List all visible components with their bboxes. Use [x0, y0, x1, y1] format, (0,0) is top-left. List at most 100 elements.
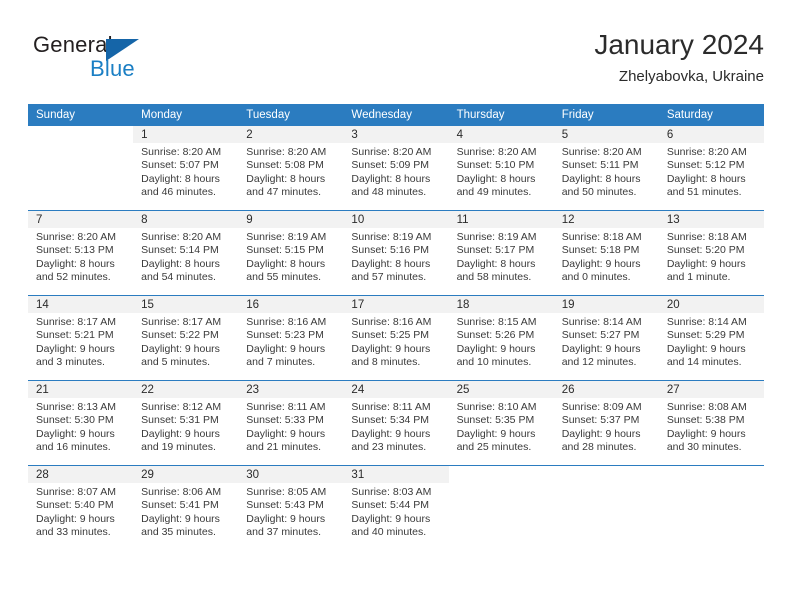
- daylight-duration-line2: and 35 minutes.: [141, 526, 216, 539]
- day-number: 22: [133, 381, 239, 398]
- calendar-cell[interactable]: 4 Sunrise: 8:20 AM Sunset: 5:10 PM Daylight…: [448, 126, 554, 211]
- day-cell: 19 Sunrise: 8:14 AM Sunset: 5:27 PM Dayligh…: [553, 296, 659, 380]
- calendar-cell[interactable]: 19 Sunrise: 8:14 AM Sunset: 5:27 PM Dayligh…: [553, 295, 659, 381]
- calendar-cell[interactable]: 16 Sunrise: 8:16 AM Sunset: 5:23 PM Dayligh…: [238, 295, 344, 381]
- day-details: Sunrise: 8:19 AM Sunset: 5:16 PM Daylight:…: [343, 228, 448, 285]
- calendar-cell[interactable]: 5 Sunrise: 8:20 AM Sunset: 5:11 PM Daylight…: [553, 126, 659, 211]
- day-details: Sunrise: 8:10 AM Sunset: 5:35 PM Daylight:…: [449, 398, 554, 455]
- day-number: 30: [238, 466, 344, 483]
- day-details: Sunrise: 8:19 AM Sunset: 5:15 PM Daylight:…: [238, 228, 343, 285]
- sunrise-time: Sunrise: 8:20 AM: [561, 146, 642, 158]
- page-title: January 2024: [594, 29, 764, 60]
- calendar-cell[interactable]: 22 Sunrise: 8:12 AM Sunset: 5:31 PM Dayligh…: [133, 380, 239, 466]
- day-number: 6: [658, 126, 764, 143]
- sunset-time: Sunset: 5:31 PM: [141, 414, 219, 427]
- day-cell: 29 Sunrise: 8:06 AM Sunset: 5:41 PM Dayligh…: [133, 466, 239, 550]
- calendar-cell[interactable]: 14 Sunrise: 8:17 AM Sunset: 5:21 PM Dayligh…: [28, 295, 134, 381]
- calendar-cell[interactable]: 30 Sunrise: 8:05 AM Sunset: 5:43 PM Dayligh…: [238, 465, 344, 550]
- sunrise-time: Sunrise: 8:07 AM: [36, 486, 116, 498]
- sunrise-time: Sunrise: 8:17 AM: [141, 316, 222, 328]
- calendar-cell[interactable]: 10 Sunrise: 8:19 AM Sunset: 5:16 PM Dayligh…: [343, 210, 449, 296]
- calendar-cell[interactable]: 7 Sunrise: 8:20 AM Sunset: 5:13 PM Daylight…: [28, 210, 134, 296]
- sunrise-time: Sunrise: 8:06 AM: [141, 486, 222, 498]
- calendar-cell[interactable]: 23 Sunrise: 8:11 AM Sunset: 5:33 PM Dayligh…: [238, 380, 344, 466]
- calendar-cell[interactable]: 26 Sunrise: 8:09 AM Sunset: 5:37 PM Dayligh…: [553, 380, 659, 466]
- calendar-cell[interactable]: 18 Sunrise: 8:15 AM Sunset: 5:26 PM Dayligh…: [448, 295, 554, 381]
- day-number: 18: [448, 296, 554, 313]
- sunrise-time: Sunrise: 8:12 AM: [141, 401, 222, 413]
- day-details: Sunrise: 8:20 AM Sunset: 5:10 PM Daylight:…: [449, 143, 554, 200]
- sunrise-time: Sunrise: 8:18 AM: [561, 231, 642, 243]
- day-number: 28: [28, 466, 134, 483]
- day-cell: 30 Sunrise: 8:05 AM Sunset: 5:43 PM Dayligh…: [238, 466, 344, 550]
- day-details: Sunrise: 8:13 AM Sunset: 5:30 PM Daylight:…: [28, 398, 133, 455]
- calendar-cell[interactable]: 24 Sunrise: 8:11 AM Sunset: 5:34 PM Dayligh…: [343, 380, 449, 466]
- calendar-cell[interactable]: 20 Sunrise: 8:14 AM Sunset: 5:29 PM Dayligh…: [658, 295, 764, 381]
- day-cell: 31 Sunrise: 8:03 AM Sunset: 5:44 PM Dayligh…: [343, 466, 449, 550]
- day-cell: 3 Sunrise: 8:20 AM Sunset: 5:09 PM Daylight…: [343, 126, 449, 210]
- sunset-time: Sunset: 5:43 PM: [246, 499, 324, 512]
- calendar-week-row: 7 Sunrise: 8:20 AM Sunset: 5:13 PM Daylight…: [28, 210, 764, 296]
- calendar-cell[interactable]: 12 Sunrise: 8:18 AM Sunset: 5:18 PM Dayligh…: [553, 210, 659, 296]
- weekday-header-saturday: Saturday: [658, 104, 764, 126]
- daylight-duration-line2: and 21 minutes.: [246, 441, 321, 454]
- calendar-cell[interactable]: 27 Sunrise: 8:08 AM Sunset: 5:38 PM Dayligh…: [658, 380, 764, 466]
- day-number: 19: [553, 296, 659, 313]
- day-details: Sunrise: 8:07 AM Sunset: 5:40 PM Daylight:…: [28, 483, 133, 540]
- daylight-duration-line1: Daylight: 9 hours: [351, 427, 431, 440]
- day-cell: 18 Sunrise: 8:15 AM Sunset: 5:26 PM Dayligh…: [448, 296, 554, 380]
- day-number: 1: [133, 126, 239, 143]
- daylight-duration-line1: Daylight: 8 hours: [666, 172, 746, 185]
- calendar-cell: [448, 465, 554, 550]
- sunset-time: Sunset: 5:14 PM: [141, 244, 219, 257]
- day-number: 13: [658, 211, 764, 228]
- calendar-cell[interactable]: 25 Sunrise: 8:10 AM Sunset: 5:35 PM Dayligh…: [448, 380, 554, 466]
- calendar-cell[interactable]: 9 Sunrise: 8:19 AM Sunset: 5:15 PM Daylight…: [238, 210, 344, 296]
- calendar-cell[interactable]: 28 Sunrise: 8:07 AM Sunset: 5:40 PM Dayligh…: [28, 465, 134, 550]
- day-number: 29: [133, 466, 239, 483]
- daylight-duration-line2: and 16 minutes.: [36, 441, 111, 454]
- calendar-cell[interactable]: 8 Sunrise: 8:20 AM Sunset: 5:14 PM Daylight…: [133, 210, 239, 296]
- daylight-duration-line2: and 57 minutes.: [351, 271, 427, 284]
- calendar-cell[interactable]: 3 Sunrise: 8:20 AM Sunset: 5:09 PM Daylight…: [343, 126, 449, 211]
- day-cell: 21 Sunrise: 8:13 AM Sunset: 5:30 PM Dayligh…: [28, 381, 134, 465]
- daylight-duration-line1: Daylight: 9 hours: [36, 342, 115, 355]
- calendar-cell[interactable]: 1 Sunrise: 8:20 AM Sunset: 5:07 PM Daylight…: [133, 126, 239, 211]
- daylight-duration-line2: and 25 minutes.: [456, 441, 532, 454]
- daylight-duration-line1: Daylight: 9 hours: [666, 342, 746, 355]
- day-details: Sunrise: 8:11 AM Sunset: 5:33 PM Daylight:…: [238, 398, 343, 455]
- sunrise-time: Sunrise: 8:05 AM: [246, 486, 327, 498]
- calendar-cell: [28, 126, 133, 211]
- calendar-cell[interactable]: 17 Sunrise: 8:16 AM Sunset: 5:25 PM Dayligh…: [343, 295, 449, 381]
- sunrise-time: Sunrise: 8:17 AM: [36, 316, 116, 328]
- day-cell: 15 Sunrise: 8:17 AM Sunset: 5:22 PM Dayligh…: [133, 296, 239, 380]
- calendar-cell[interactable]: 6 Sunrise: 8:20 AM Sunset: 5:12 PM Daylight…: [658, 126, 764, 211]
- sunset-time: Sunset: 5:41 PM: [141, 499, 219, 512]
- sunset-time: Sunset: 5:17 PM: [456, 244, 535, 257]
- calendar-cell[interactable]: 13 Sunrise: 8:18 AM Sunset: 5:20 PM Dayligh…: [658, 210, 764, 296]
- calendar-cell[interactable]: 21 Sunrise: 8:13 AM Sunset: 5:30 PM Dayligh…: [28, 380, 134, 466]
- day-details: Sunrise: 8:18 AM Sunset: 5:18 PM Daylight:…: [554, 228, 659, 285]
- weekday-header-friday: Friday: [553, 104, 659, 126]
- daylight-duration-line2: and 40 minutes.: [351, 526, 427, 539]
- day-details: Sunrise: 8:14 AM Sunset: 5:29 PM Daylight:…: [659, 313, 764, 370]
- day-details: Sunrise: 8:19 AM Sunset: 5:17 PM Daylight:…: [449, 228, 554, 285]
- day-details: Sunrise: 8:20 AM Sunset: 5:11 PM Daylight:…: [554, 143, 659, 200]
- sunrise-time: Sunrise: 8:20 AM: [141, 146, 222, 158]
- day-number: 24: [343, 381, 449, 398]
- sunrise-time: Sunrise: 8:10 AM: [456, 401, 537, 413]
- daylight-duration-line2: and 0 minutes.: [561, 271, 631, 284]
- calendar-cell[interactable]: 2 Sunrise: 8:20 AM Sunset: 5:08 PM Daylight…: [238, 126, 344, 211]
- daylight-duration-line1: Daylight: 9 hours: [456, 427, 536, 440]
- sunset-time: Sunset: 5:35 PM: [456, 414, 535, 427]
- calendar-body: 1 Sunrise: 8:20 AM Sunset: 5:07 PM Daylight…: [28, 126, 764, 550]
- calendar-cell[interactable]: 31 Sunrise: 8:03 AM Sunset: 5:44 PM Dayligh…: [343, 465, 449, 550]
- calendar-cell[interactable]: 29 Sunrise: 8:06 AM Sunset: 5:41 PM Dayligh…: [133, 465, 239, 550]
- day-details: Sunrise: 8:14 AM Sunset: 5:27 PM Daylight:…: [554, 313, 659, 370]
- day-cell: 17 Sunrise: 8:16 AM Sunset: 5:25 PM Dayligh…: [343, 296, 449, 380]
- day-cell: [28, 126, 133, 210]
- calendar-cell[interactable]: 11 Sunrise: 8:19 AM Sunset: 5:17 PM Dayligh…: [448, 210, 554, 296]
- day-cell: 9 Sunrise: 8:19 AM Sunset: 5:15 PM Daylight…: [238, 211, 344, 295]
- calendar-cell[interactable]: 15 Sunrise: 8:17 AM Sunset: 5:22 PM Dayligh…: [133, 295, 239, 381]
- general-blue-logo[interactable]: General Blue: [33, 32, 213, 88]
